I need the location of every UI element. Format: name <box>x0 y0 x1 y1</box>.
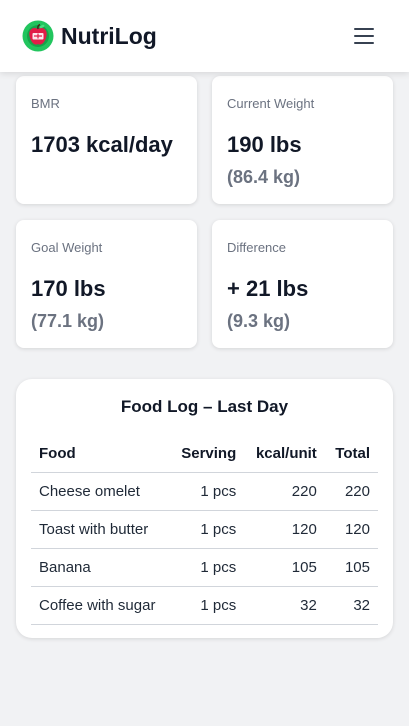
current-weight-label: Current Weight <box>227 96 315 111</box>
difference-value: + 21 lbs <box>227 276 309 301</box>
current-weight-value: 190 lbs <box>227 132 302 157</box>
bmr-label: BMR <box>31 96 60 111</box>
total-cell: 220 <box>324 472 378 511</box>
hamburger-menu-icon[interactable] <box>350 23 378 49</box>
table-row: Cheese omelet 1 pcs 220 220 <box>31 472 378 511</box>
difference-label: Difference <box>227 240 287 255</box>
goal-weight-value: 170 lbs <box>31 276 106 301</box>
food-name-cell: Cheese omelet <box>31 472 170 511</box>
table-header-row: Food Serving kcal/unit Total <box>31 434 378 473</box>
kcal-unit-cell: 120 <box>244 510 325 549</box>
goal-weight-kg: (77.1 kg) <box>31 311 105 331</box>
serving-cell: 1 pcs <box>169 548 245 587</box>
food-name-cell: Toast with butter <box>31 510 170 549</box>
column-header-kcal-unit: kcal/unit <box>244 434 325 473</box>
column-header-food: Food <box>31 434 170 473</box>
serving-cell: 1 pcs <box>169 586 245 625</box>
table-row: Banana 1 pcs 105 105 <box>31 548 378 587</box>
kcal-unit-cell: 32 <box>244 586 325 625</box>
kcal-unit-cell: 105 <box>244 548 325 587</box>
goal-weight-label: Goal Weight <box>31 240 103 255</box>
food-log-title: Food Log – Last Day <box>120 397 289 416</box>
food-name-cell: Banana <box>31 548 170 587</box>
difference-kg: (9.3 kg) <box>227 311 291 331</box>
food-log-card: Food Log – Last Day Food Serving kcal/un… <box>16 379 393 638</box>
kcal-unit-cell: 220 <box>244 472 325 511</box>
difference-card: Difference + 21 lbs (9.3 kg) <box>212 220 393 348</box>
goal-weight-card: Goal Weight 170 lbs (77.1 kg) <box>16 220 197 348</box>
serving-cell: 1 pcs <box>169 472 245 511</box>
serving-cell: 1 pcs <box>169 510 245 549</box>
food-name-cell: Coffee with sugar <box>31 586 170 625</box>
bmr-card: BMR 1703 kcal/day <box>16 76 197 204</box>
apple-logo-icon[interactable] <box>22 20 54 52</box>
bmr-value: 1703 kcal/day <box>31 132 173 157</box>
food-log-table: Food Serving kcal/unit Total Cheese omel… <box>31 434 378 625</box>
total-cell: 32 <box>324 586 378 625</box>
current-weight-card: Current Weight 190 lbs (86.4 kg) <box>212 76 393 204</box>
table-row: Coffee with sugar 1 pcs 32 32 <box>31 586 378 625</box>
app-title: NutriLog <box>61 23 157 49</box>
current-weight-kg: (86.4 kg) <box>227 167 301 187</box>
app-header: NutriLog <box>0 0 409 72</box>
column-header-serving: Serving <box>169 434 245 473</box>
total-cell: 120 <box>324 510 378 549</box>
total-cell: 105 <box>324 548 378 587</box>
table-row: Toast with butter 1 pcs 120 120 <box>31 510 378 549</box>
column-header-total: Total <box>324 434 378 473</box>
